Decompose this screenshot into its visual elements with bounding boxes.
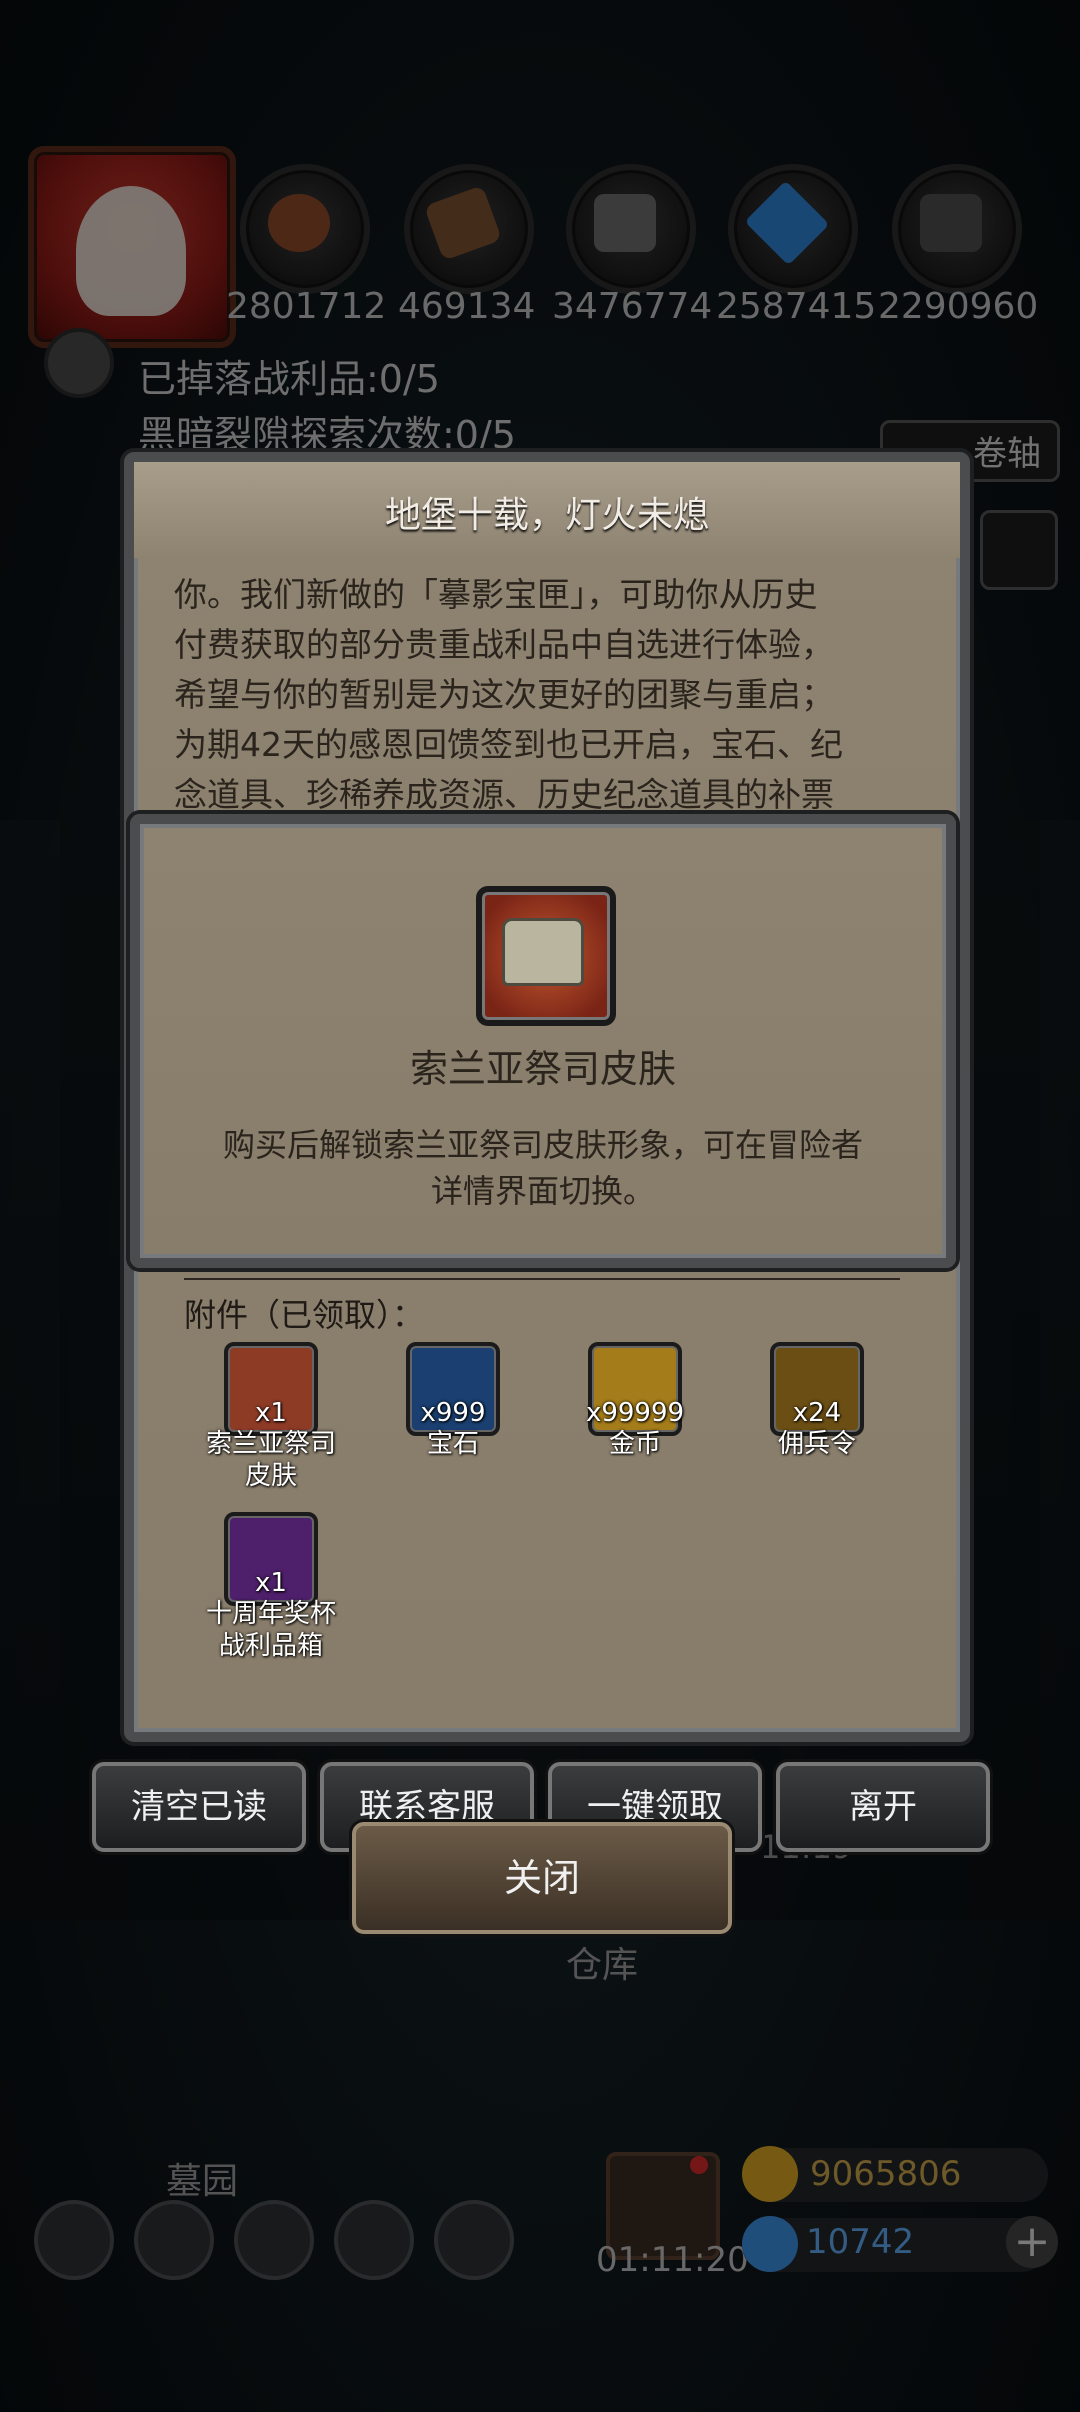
close-button[interactable]: 关闭 bbox=[352, 1822, 732, 1934]
item-name: 索兰亚祭司 bbox=[205, 1429, 336, 1459]
letter-line-partial bbox=[174, 554, 914, 570]
attachments-label: 附件（已领取）： bbox=[184, 1296, 425, 1334]
item-qty: x1 bbox=[255, 1568, 287, 1598]
leave-button[interactable]: 离开 bbox=[776, 1762, 990, 1852]
item-qty: x99999 bbox=[585, 1398, 685, 1428]
item-qty: x1 bbox=[255, 1398, 287, 1428]
item-name: 皮肤 bbox=[244, 1461, 297, 1491]
item-qty: x24 bbox=[792, 1398, 842, 1428]
item-name: 宝石 bbox=[426, 1429, 479, 1459]
item-title: 索兰亚祭司皮肤 bbox=[409, 1047, 676, 1091]
item-detail-popup: 索兰亚祭司皮肤 购买后解锁索兰亚祭司皮肤形象，可在冒险者 详情界面切换。 bbox=[130, 814, 956, 1268]
letter-line: 为期42天的感恩回馈签到也已开启，宝石、纪 bbox=[174, 725, 843, 764]
divider bbox=[184, 1278, 900, 1280]
letter-line: 希望与你的暂别是为这次更好的团聚与重启； bbox=[174, 675, 834, 714]
item-name: 佣兵令 bbox=[777, 1429, 856, 1459]
clear-read-button[interactable]: 清空已读 bbox=[92, 1762, 306, 1852]
chest-body bbox=[502, 918, 584, 986]
item-qty: x999 bbox=[420, 1398, 486, 1428]
letter-line: 你。我们新做的「摹影宝匣」，可助你从历史 bbox=[174, 575, 818, 614]
letter-title: 地堡十载，灯火未熄 bbox=[384, 495, 709, 536]
item-name: 战利品箱 bbox=[218, 1631, 323, 1661]
item-description: 购买后解锁索兰亚祭司皮肤形象，可在冒险者 bbox=[222, 1126, 863, 1164]
item-name: 金币 bbox=[608, 1429, 661, 1459]
letter-line: 付费获取的部分贵重战利品中自选进行体验， bbox=[174, 625, 834, 664]
priestess-skin-chest-icon bbox=[476, 886, 616, 1026]
item-description: 详情界面切换。 bbox=[430, 1172, 655, 1210]
letter-line: 念道具、珍稀养成资源、历史纪念道具的补票 bbox=[174, 775, 834, 814]
item-name: 十周年奖杯 bbox=[205, 1599, 336, 1629]
